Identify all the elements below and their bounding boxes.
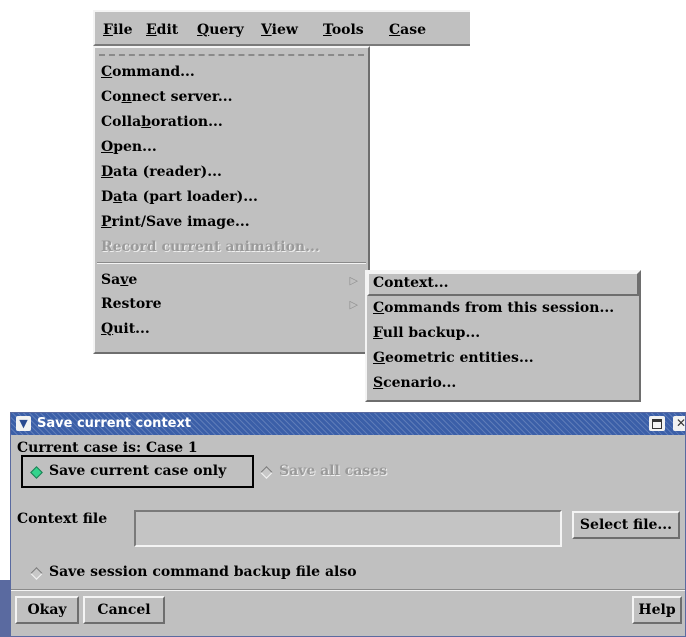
menu-item-restore[interactable]: Restore — [101, 296, 162, 312]
menu-item-quit[interactable]: Quit... — [101, 321, 150, 337]
submenu-item-full-backup[interactable]: Full backup... — [373, 325, 480, 341]
menu-item-command[interactable]: Command... — [101, 64, 195, 80]
dialog-divider — [11, 589, 685, 591]
close-icon[interactable]: ✕ — [673, 416, 685, 431]
menu-item-data-part-loader[interactable]: Data (part loader)... — [101, 189, 258, 205]
menu-item-save[interactable]: Save — [101, 272, 137, 288]
menu-item-data-reader[interactable]: Data (reader)... — [101, 164, 222, 180]
select-file-button[interactable]: Select file... — [572, 511, 680, 539]
menu-edit[interactable]: Edit — [146, 22, 178, 38]
menu-case[interactable]: Case — [389, 22, 426, 38]
submenu-item-scenario[interactable]: Scenario... — [373, 375, 456, 391]
menu-item-print-save-image[interactable]: Print/Save image... — [101, 214, 250, 230]
context-file-label: Context file — [17, 511, 108, 527]
menu-item-record-animation: Record current animation... — [101, 239, 320, 255]
submenu-item-context[interactable]: Context... — [373, 275, 448, 291]
dialog-titlebar[interactable]: ▼ Save current context ✕ — [11, 413, 685, 435]
menu-item-connect-server[interactable]: Connect server... — [101, 89, 233, 105]
okay-button[interactable]: Okay — [15, 596, 79, 624]
menubar: File Edit Query View Tools Case — [93, 10, 470, 46]
file-menu: Command... Connect server... Collaborati… — [93, 46, 370, 354]
menu-view[interactable]: View — [261, 22, 298, 38]
radio-off-icon — [260, 466, 273, 479]
dialog-title: Save current context — [37, 416, 192, 431]
menu-separator — [97, 262, 366, 264]
menu-query[interactable]: Query — [197, 22, 244, 38]
help-button[interactable]: Help — [632, 596, 682, 624]
chevron-down-icon[interactable]: ▼ — [16, 416, 31, 431]
save-submenu: Context... Commands from this session...… — [365, 270, 641, 402]
radio-save-current-case[interactable]: Save current case only — [49, 463, 226, 479]
backup-option-toggle[interactable]: Save session command backup file also — [49, 564, 357, 580]
current-case-label: Current case is: Case 1 — [17, 440, 198, 456]
context-file-input[interactable] — [134, 510, 562, 547]
save-context-dialog: ▼ Save current context ✕ Current case is… — [10, 412, 686, 637]
submenu-item-geometric-entities[interactable]: Geometric entities... — [373, 350, 534, 366]
menu-file[interactable]: File — [103, 22, 133, 38]
submenu-arrow-icon: ▷ — [349, 298, 358, 311]
submenu-item-commands-session[interactable]: Commands from this session... — [373, 300, 614, 316]
menu-tools[interactable]: Tools — [323, 22, 364, 38]
background-window-edge — [0, 580, 10, 637]
menu-tearoff[interactable] — [99, 54, 364, 56]
menu-item-collaboration[interactable]: Collaboration... — [101, 114, 223, 130]
checkbox-off-icon[interactable] — [30, 567, 43, 580]
maximize-icon[interactable] — [649, 416, 665, 431]
submenu-arrow-icon: ▷ — [349, 274, 358, 287]
radio-save-all-cases: Save all cases — [279, 463, 387, 479]
menu-item-open[interactable]: Open... — [101, 139, 157, 155]
cancel-button[interactable]: Cancel — [83, 596, 165, 624]
